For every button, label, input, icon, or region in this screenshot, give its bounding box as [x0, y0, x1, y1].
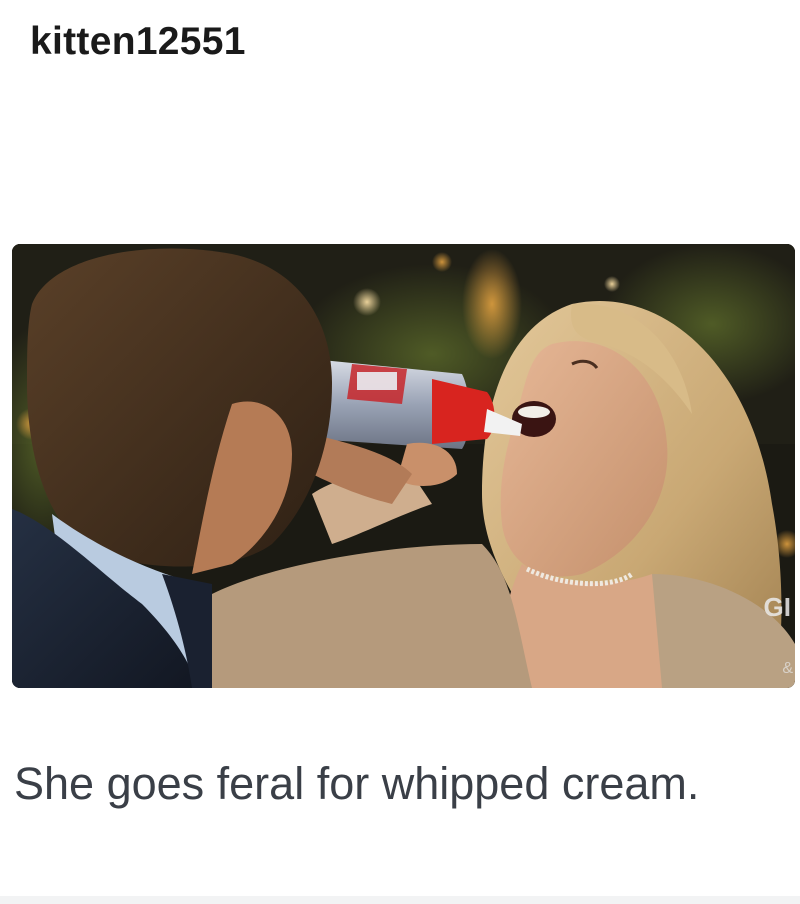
post-gif-image[interactable]: GI & [12, 244, 795, 688]
post-username[interactable]: kitten12551 [30, 20, 246, 64]
gif-scene [12, 244, 795, 688]
post-card: kitten12551 GI & She goes feral for whip… [0, 0, 800, 904]
post-caption: She goes feral for whipped cream. [14, 758, 700, 809]
gif-watermark-corner: & [782, 660, 793, 677]
post-divider [0, 896, 800, 904]
gif-watermark: GI [763, 592, 791, 622]
